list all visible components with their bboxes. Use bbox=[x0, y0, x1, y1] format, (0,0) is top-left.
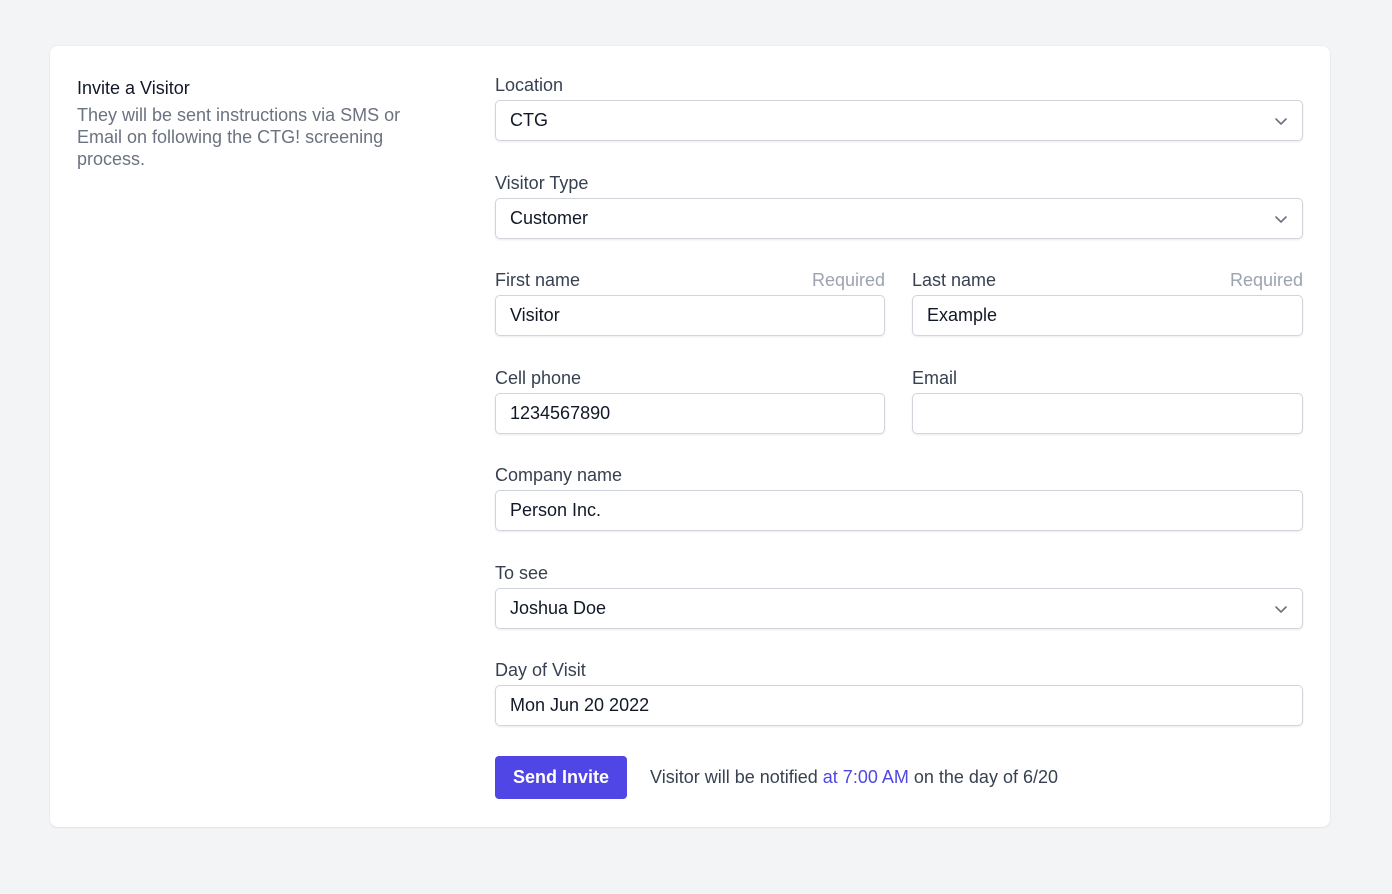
location-field: Location CTG bbox=[495, 74, 1303, 141]
first-name-field: First name Required Visitor bbox=[495, 269, 885, 336]
invite-visitor-card: Invite a Visitor They will be sent instr… bbox=[50, 46, 1330, 827]
visitor-type-field: Visitor Type Customer bbox=[495, 172, 1303, 239]
to-see-value: Joshua Doe bbox=[510, 598, 607, 618]
location-value: CTG bbox=[510, 110, 548, 130]
last-name-field: Last name Required Example bbox=[912, 269, 1303, 336]
chevron-down-icon bbox=[1275, 215, 1287, 223]
email-input[interactable] bbox=[912, 393, 1303, 434]
note-suffix: on the day of 6/20 bbox=[913, 767, 1058, 787]
email-field: Email bbox=[912, 367, 1303, 434]
cell-phone-label: Cell phone bbox=[495, 368, 582, 388]
company-input[interactable]: Person Inc. bbox=[495, 490, 1303, 531]
location-label: Location bbox=[495, 75, 564, 95]
first-name-label: First name bbox=[495, 270, 581, 290]
location-select[interactable]: CTG bbox=[495, 100, 1303, 141]
last-name-value: Example bbox=[927, 305, 998, 325]
first-name-value: Visitor bbox=[510, 305, 560, 325]
day-of-visit-label: Day of Visit bbox=[495, 660, 586, 680]
to-see-field: To see Joshua Doe bbox=[495, 562, 1303, 629]
day-of-visit-input[interactable]: Mon Jun 20 2022 bbox=[495, 685, 1303, 726]
visitor-type-value: Customer bbox=[510, 208, 589, 228]
visitor-type-label: Visitor Type bbox=[495, 173, 589, 193]
cell-phone-value: 1234567890 bbox=[510, 403, 611, 423]
note-time: at 7:00 AM bbox=[822, 767, 909, 787]
form-footer: Send Invite Visitor will be notified at … bbox=[495, 756, 1058, 799]
cell-phone-field: Cell phone 1234567890 bbox=[495, 367, 885, 434]
first-name-input[interactable]: Visitor bbox=[495, 295, 885, 336]
email-label: Email bbox=[912, 368, 958, 388]
notification-note: Visitor will be notified at 7:00 AM on t… bbox=[650, 767, 1058, 788]
section-description: They will be sent instructions via SMS o… bbox=[77, 105, 401, 169]
cell-phone-input[interactable]: 1234567890 bbox=[495, 393, 885, 434]
note-prefix: Visitor will be notified bbox=[650, 767, 818, 787]
to-see-label: To see bbox=[495, 563, 549, 583]
last-name-required-hint: Required bbox=[1229, 270, 1303, 290]
intro-section: Invite a Visitor They will be sent instr… bbox=[77, 76, 447, 170]
send-invite-button[interactable]: Send Invite bbox=[495, 756, 628, 799]
visitor-type-select[interactable]: Customer bbox=[495, 198, 1303, 239]
day-of-visit-field: Day of Visit Mon Jun 20 2022 bbox=[495, 659, 1303, 726]
last-name-input[interactable]: Example bbox=[912, 295, 1303, 336]
company-field: Company name Person Inc. bbox=[495, 464, 1303, 531]
first-name-required-hint: Required bbox=[811, 270, 885, 290]
last-name-label: Last name bbox=[912, 270, 997, 290]
chevron-down-icon bbox=[1275, 117, 1287, 125]
company-value: Person Inc. bbox=[510, 500, 602, 520]
section-title: Invite a Visitor bbox=[77, 78, 190, 98]
chevron-down-icon bbox=[1275, 605, 1287, 613]
to-see-select[interactable]: Joshua Doe bbox=[495, 588, 1303, 629]
company-label: Company name bbox=[495, 465, 623, 485]
day-of-visit-value: Mon Jun 20 2022 bbox=[510, 695, 650, 715]
